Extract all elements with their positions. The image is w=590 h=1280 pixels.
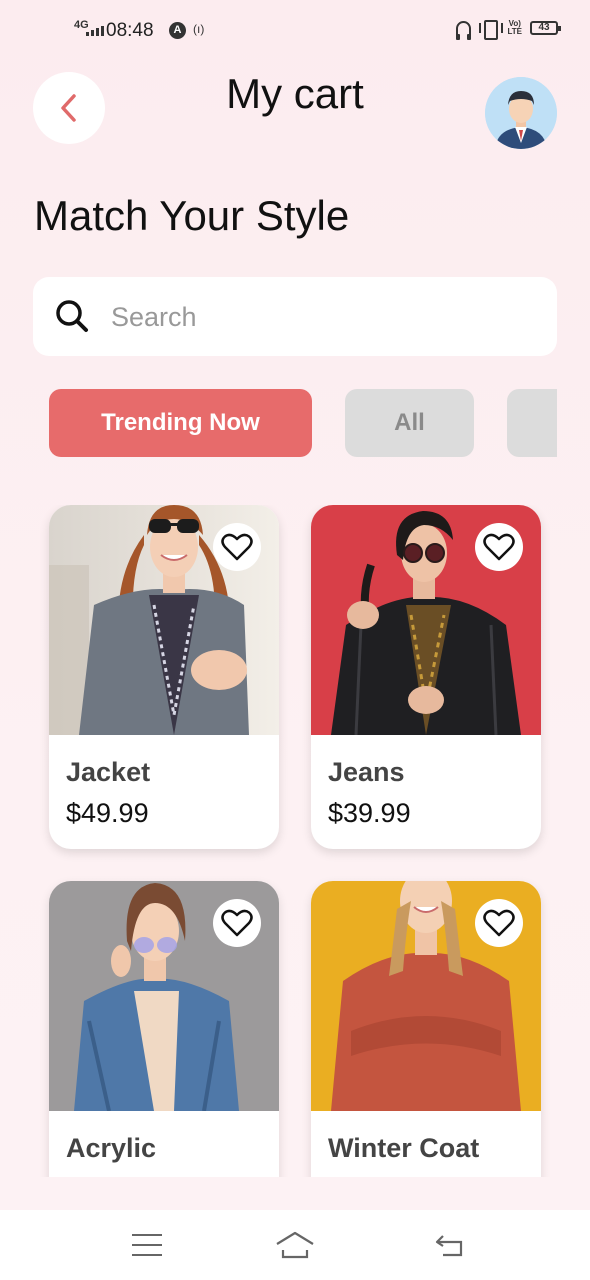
product-price: $39.99 xyxy=(328,798,411,828)
menu-icon[interactable] xyxy=(132,1234,162,1256)
section-title: Match Your Style xyxy=(34,192,350,239)
heart-icon xyxy=(483,533,515,561)
home-icon[interactable] xyxy=(275,1230,315,1260)
search-input[interactable]: Search xyxy=(33,277,557,356)
back-icon[interactable] xyxy=(435,1232,465,1258)
system-nav-bar xyxy=(0,1210,590,1280)
product-name: Winter Coat xyxy=(328,1133,480,1163)
tab-more[interactable] xyxy=(507,389,557,457)
product-card[interactable]: Jeans $39.99 xyxy=(311,505,541,849)
favorite-button[interactable] xyxy=(475,523,523,571)
category-tabs: Trending Now All xyxy=(49,389,557,457)
favorite-button[interactable] xyxy=(213,523,261,571)
favorite-button[interactable] xyxy=(213,899,261,947)
status-bar: 4G 08:48 A (ı) Vo) LTE 43 xyxy=(0,0,590,62)
tab-all[interactable]: All xyxy=(345,389,474,457)
product-grid: Jacket $49.99 Jeans $39.99 Acrylic Winte… xyxy=(0,505,590,1177)
status-time: 08:48 xyxy=(106,20,154,41)
search-placeholder: Search xyxy=(111,302,197,332)
favorite-button[interactable] xyxy=(475,899,523,947)
product-price: $49.99 xyxy=(66,798,149,828)
battery-icon: 43 xyxy=(530,21,561,35)
headphones-icon xyxy=(456,20,472,40)
product-card[interactable]: Winter Coat xyxy=(311,881,541,1177)
hotspot-icon: (ı) xyxy=(193,22,205,36)
volte-icon: Vo) LTE xyxy=(507,19,522,36)
product-card[interactable]: Jacket $49.99 xyxy=(49,505,279,849)
vibrate-icon xyxy=(479,20,504,40)
product-name: Acrylic xyxy=(66,1133,157,1163)
heart-icon xyxy=(221,909,253,937)
signal-icon xyxy=(86,26,104,36)
tab-trending-now[interactable]: Trending Now xyxy=(49,389,312,457)
heart-icon xyxy=(483,909,515,937)
product-name: Jacket xyxy=(66,757,151,787)
search-icon xyxy=(56,300,88,332)
heart-icon xyxy=(221,533,253,561)
user-avatar[interactable] xyxy=(485,77,557,149)
app-notification-icon: A xyxy=(169,22,186,39)
product-card[interactable]: Acrylic xyxy=(49,881,279,1177)
product-name: Jeans xyxy=(328,757,405,787)
